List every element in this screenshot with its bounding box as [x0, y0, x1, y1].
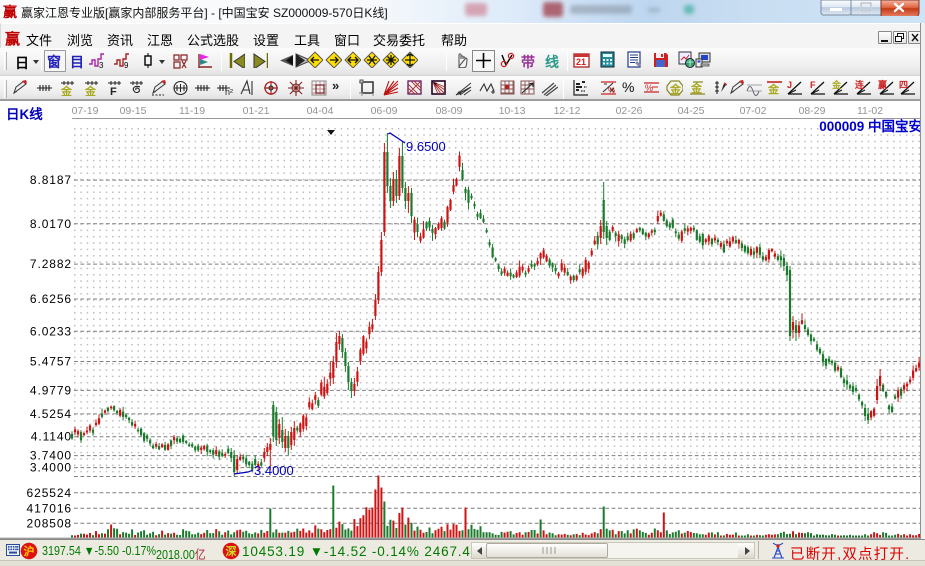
svg-text:金: 金 [690, 81, 703, 95]
svg-text:7.2882: 7.2882 [30, 257, 72, 271]
svg-text:01-21: 01-21 [243, 105, 270, 117]
svg-text:J: J [787, 80, 792, 90]
svg-text:n²: n² [225, 87, 233, 96]
svg-text:21: 21 [576, 57, 586, 67]
svg-text:F: F [110, 86, 117, 96]
svg-text:12-12: 12-12 [554, 105, 581, 117]
svg-text:3: 3 [99, 61, 104, 69]
svg-text:四: 四 [899, 80, 908, 90]
svg-text:沪: 沪 [24, 544, 35, 558]
svg-text:08-09: 08-09 [436, 105, 463, 117]
svg-text:3.4000: 3.4000 [254, 463, 294, 478]
svg-text:连: 连 [855, 79, 865, 90]
svg-text:8.8187: 8.8187 [30, 173, 72, 187]
svg-text:08-29: 08-29 [799, 105, 826, 117]
svg-text:02-26: 02-26 [616, 105, 643, 117]
svg-text:4.5254: 4.5254 [30, 407, 72, 421]
svg-text:8.0170: 8.0170 [30, 217, 72, 231]
svg-text:6.6256: 6.6256 [30, 292, 72, 306]
svg-text:F: F [810, 80, 816, 90]
svg-text:417016: 417016 [27, 501, 72, 515]
svg-text:金: 金 [669, 82, 682, 96]
svg-text:000009 中国宝安: 000009 中国宝安 [819, 118, 922, 134]
svg-text:金: 金 [832, 79, 842, 90]
svg-text:11-02: 11-02 [857, 105, 883, 117]
svg-text:%: % [645, 83, 653, 93]
svg-text:深: 深 [226, 544, 237, 558]
svg-text:09-15: 09-15 [120, 105, 147, 117]
svg-text:10-13: 10-13 [499, 105, 526, 117]
svg-text:04-04: 04-04 [307, 105, 334, 117]
svg-text:04-25: 04-25 [678, 105, 705, 117]
svg-text:%: % [608, 86, 615, 95]
svg-text:208508: 208508 [27, 516, 72, 530]
svg-text:金: 金 [60, 84, 73, 96]
svg-text:金: 金 [767, 82, 780, 96]
svg-text:11-19: 11-19 [179, 105, 205, 117]
svg-text:4.9779: 4.9779 [30, 383, 72, 397]
svg-text:日K线: 日K线 [6, 106, 43, 122]
svg-text:金: 金 [84, 84, 97, 96]
svg-text:9: 9 [124, 61, 129, 69]
svg-text:4.1140: 4.1140 [31, 430, 72, 444]
svg-text:07-19: 07-19 [72, 105, 99, 117]
svg-text:5.4757: 5.4757 [30, 355, 72, 369]
svg-text:625524: 625524 [27, 486, 72, 500]
svg-text:07-02: 07-02 [740, 105, 767, 117]
svg-text:赢: 赢 [878, 79, 887, 90]
svg-text:9.6500: 9.6500 [406, 139, 446, 154]
svg-text:06-09: 06-09 [371, 105, 398, 117]
svg-text:6.0233: 6.0233 [30, 324, 72, 338]
svg-text:3.4000: 3.4000 [30, 461, 72, 475]
